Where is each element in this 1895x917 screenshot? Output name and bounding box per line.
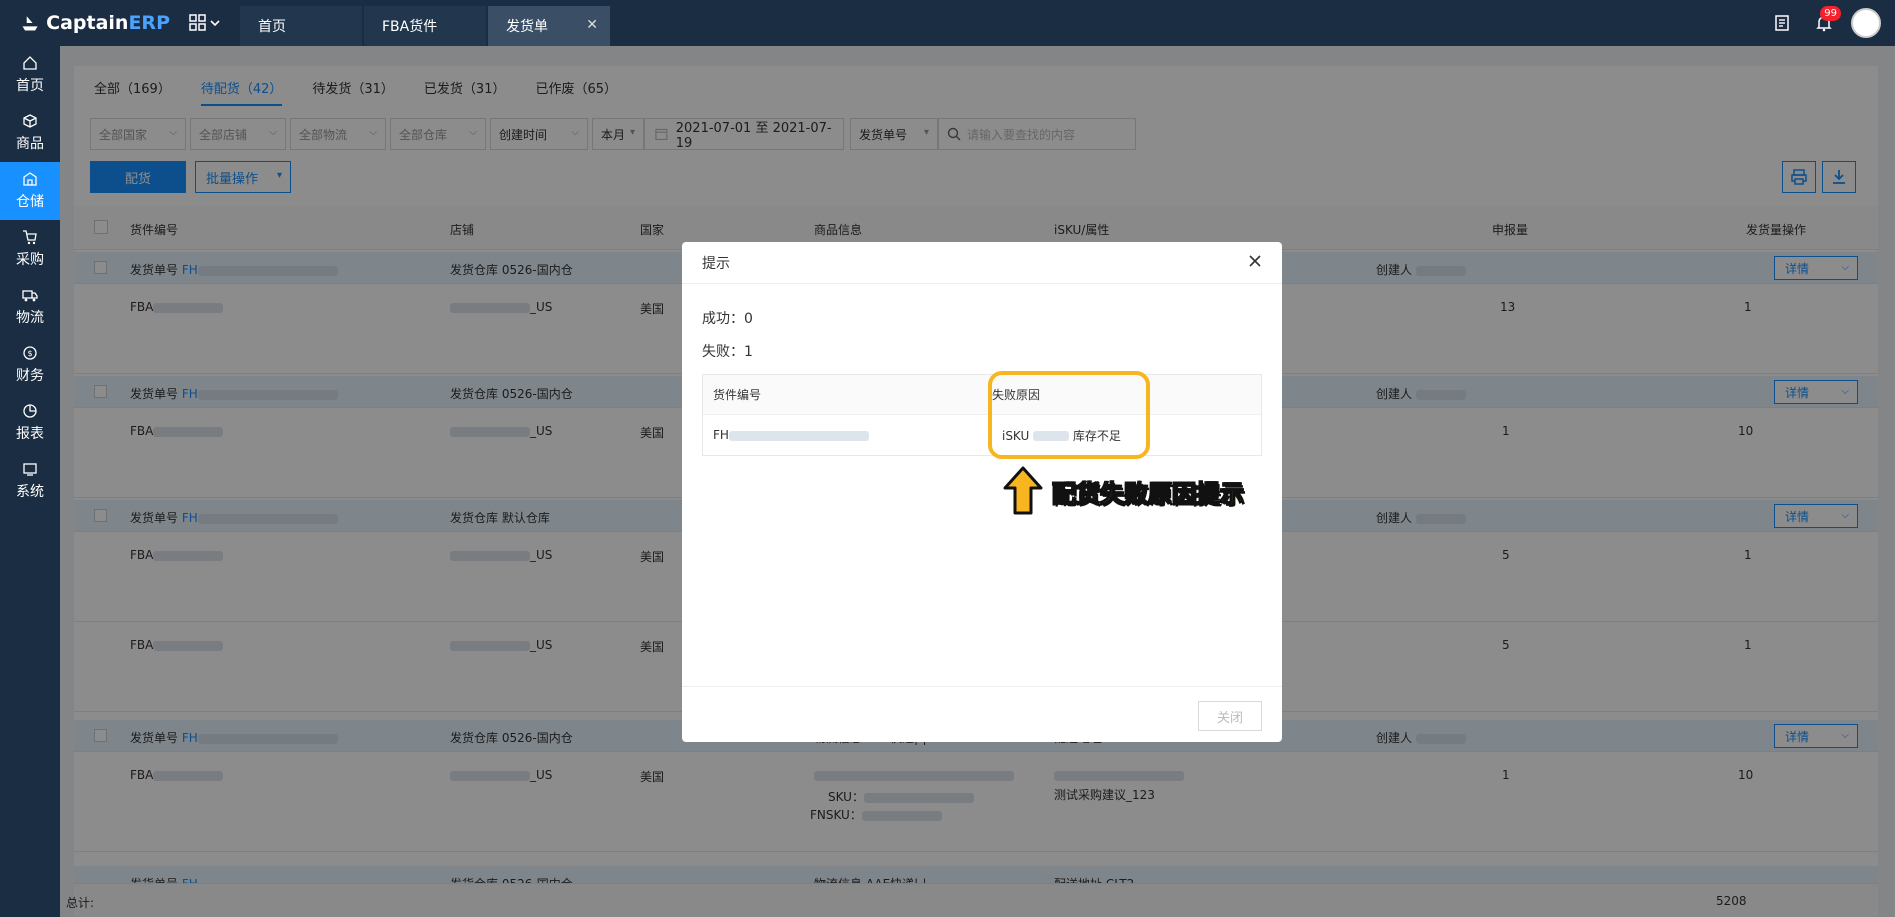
top-bar: Captain ERP 首页 FBA货件 发货单 ✕ 99 <box>0 0 1895 46</box>
sidebar-item-label: 物流 <box>16 310 44 326</box>
close-button[interactable]: 关闭 <box>1198 701 1262 731</box>
settings-icon <box>23 463 37 476</box>
logo[interactable]: Captain ERP <box>0 0 170 46</box>
sidebar-item-home[interactable]: 首页 <box>0 46 60 104</box>
sidebar-item-label: 仓储 <box>16 194 44 210</box>
ship-icon <box>22 16 38 31</box>
tab-label: 发货单 <box>506 19 548 35</box>
sidebar-item-label: 采购 <box>16 252 44 268</box>
sidebar-item-label: 系统 <box>16 484 44 500</box>
arrow-up-icon <box>1003 466 1043 515</box>
brand-accent: ERP <box>128 12 170 34</box>
close-icon[interactable] <box>1246 252 1264 270</box>
sidebar: 首页 商品 仓储 采购 物流 $ 财务 报表 系统 <box>0 46 60 917</box>
sidebar-item-purchasing[interactable]: 采购 <box>0 220 60 278</box>
tab-home[interactable]: 首页 <box>240 6 362 46</box>
brand-main: Captain <box>46 12 129 34</box>
success-count: 成功：0 <box>702 311 753 327</box>
column-header: 货件编号 <box>713 388 762 402</box>
dialog-header: 提示 <box>682 242 1282 284</box>
document-list-icon <box>1775 15 1789 31</box>
sidebar-item-finance[interactable]: $ 财务 <box>0 336 60 394</box>
sidebar-item-label: 财务 <box>16 368 44 384</box>
tab-shipping-orders[interactable]: 发货单 ✕ <box>488 6 610 46</box>
annotation-highlight <box>988 371 1150 459</box>
notification-badge: 99 <box>1820 6 1841 21</box>
sidebar-item-label: 首页 <box>16 78 44 94</box>
tasks-button[interactable] <box>1761 0 1803 46</box>
top-right-tools: 99 <box>1761 0 1895 46</box>
fail-count: 失败：1 <box>702 344 753 360</box>
sidebar-item-warehouse[interactable]: 仓储 <box>0 162 60 220</box>
home-icon <box>23 56 37 70</box>
notifications-button[interactable]: 99 <box>1803 0 1845 46</box>
sidebar-item-system[interactable]: 系统 <box>0 452 60 510</box>
failure-table-header: 货件编号 失败原因 <box>703 375 1261 415</box>
box-icon <box>23 114 37 128</box>
sidebar-item-label: 商品 <box>16 136 44 152</box>
chevron-down-icon <box>210 20 220 27</box>
cart-icon <box>23 230 37 245</box>
sidebar-item-reports[interactable]: 报表 <box>0 394 60 452</box>
grid-icon <box>189 14 206 31</box>
truck-icon <box>22 290 38 302</box>
failure-row: FH iSKU 库存不足 <box>703 415 1261 455</box>
sidebar-item-logistics[interactable]: 物流 <box>0 278 60 336</box>
warehouse-icon <box>23 172 37 186</box>
avatar[interactable] <box>1851 8 1881 38</box>
svg-text:$: $ <box>27 349 32 358</box>
sidebar-item-products[interactable]: 商品 <box>0 104 60 162</box>
pie-chart-icon <box>23 404 37 418</box>
annotation-text: 配货失败原因提示 <box>1052 480 1245 509</box>
tab-label: FBA货件 <box>382 19 438 35</box>
redacted-text <box>728 430 869 441</box>
failure-table: 货件编号 失败原因 FH iSKU 库存不足 <box>702 374 1262 456</box>
sidebar-item-label: 报表 <box>16 426 44 442</box>
close-icon[interactable]: ✕ <box>586 17 598 33</box>
tab-fba-shipments[interactable]: FBA货件 <box>364 6 486 46</box>
shipment-code: FH <box>713 428 729 442</box>
tab-label: 首页 <box>258 19 286 35</box>
dialog-title: 提示 <box>702 255 730 272</box>
dialog-footer: 关闭 <box>682 686 1282 742</box>
apps-menu-button[interactable] <box>170 0 240 46</box>
money-icon: $ <box>23 346 37 360</box>
